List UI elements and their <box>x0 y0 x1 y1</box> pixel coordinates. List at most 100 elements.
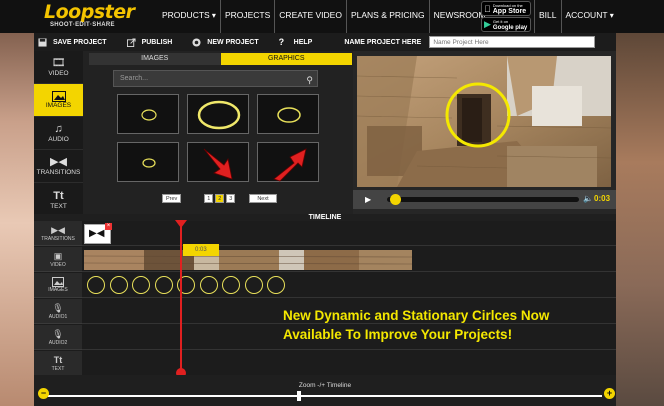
transition-icon: ▶◀ <box>89 228 105 239</box>
text-icon: Tt <box>53 189 64 202</box>
preview-image <box>357 56 611 187</box>
image-icon <box>52 277 64 287</box>
new-project-label: NEW PROJECT <box>207 38 259 46</box>
video-clip[interactable] <box>84 250 412 270</box>
announcement-line-1: New Dynamic and Stationary Cirlces Now <box>283 308 550 323</box>
graphics-panel: IMAGES GRAPHICS Search... ⚲ Prev 1 2 3 N… <box>83 51 353 214</box>
page-2-button[interactable]: 2 <box>215 194 225 203</box>
circle-graphic-clip[interactable] <box>154 276 173 294</box>
track-label-audio1: 🎙 AUDIO1 <box>34 299 82 324</box>
nav-account[interactable]: ACCOUNT <box>560 0 618 33</box>
help-label: HELP <box>293 38 313 46</box>
zoom-out-button[interactable]: − <box>38 388 49 399</box>
circle-graphic-clip[interactable] <box>109 276 128 294</box>
track-label-transitions: ▶◀ TRANSITIONS <box>34 221 82 246</box>
play-icon[interactable]: ▶ <box>365 195 371 204</box>
nav-create-video[interactable]: CREATE VIDEO <box>275 0 347 33</box>
sidebar-item-text[interactable]: Tt TEXT <box>34 183 83 216</box>
graphic-thumb-tiny-ellipse[interactable] <box>117 142 179 182</box>
track-label-video: ▣ VIDEO <box>34 247 82 272</box>
logo[interactable]: Loopster SHOOT·EDIT·SHARE <box>44 2 152 30</box>
circle-graphic-clip[interactable] <box>132 276 150 294</box>
help-button[interactable]: ? HELP <box>278 36 313 47</box>
graphic-thumb-large-ellipse[interactable] <box>187 94 249 134</box>
sidebar-item-label: TRANSITIONS <box>36 169 81 176</box>
new-project-button[interactable]: NEW PROJECT <box>192 37 259 47</box>
music-icon: ♫ <box>54 123 63 135</box>
publish-button[interactable]: PUBLISH <box>126 37 172 47</box>
circle-graphic-clip[interactable] <box>87 276 105 294</box>
track-label: TRANSITIONS <box>41 235 75 242</box>
announcement-line-2: Available To Improve Your Projects! <box>283 327 513 342</box>
zoom-bar: Zoom -/+ Timeline − + <box>34 375 616 406</box>
search-placeholder: Search... <box>120 75 149 82</box>
preview-frame[interactable] <box>357 56 611 187</box>
remove-clip-icon[interactable]: × <box>105 223 112 230</box>
volume-icon[interactable]: 🔈 <box>583 194 593 203</box>
seek-bar[interactable] <box>387 197 579 202</box>
graphic-thumb-red-arrow-up[interactable] <box>257 142 319 182</box>
google-play-label: Google play <box>492 24 528 31</box>
sidebar-item-images[interactable]: IMAGES <box>34 84 83 117</box>
circle-graphic-clip[interactable] <box>199 276 218 294</box>
top-nav: Loopster SHOOT·EDIT·SHARE PRODUCTS PROJE… <box>0 0 664 33</box>
track-label: VIDEO <box>50 261 66 268</box>
seek-handle[interactable] <box>389 194 401 205</box>
sidebar-item-label: TEXT <box>50 202 67 210</box>
track-label-text: Tt TEXT <box>34 351 82 376</box>
track-label: IMAGES <box>48 287 68 293</box>
graphics-search-input[interactable]: Search... ⚲ <box>113 70 318 87</box>
pagination: Prev 1 2 3 Next <box>162 194 280 203</box>
zoom-in-button[interactable]: + <box>604 388 615 399</box>
graphic-thumb-small-ellipse[interactable] <box>117 94 179 134</box>
media-sidebar: 🎞 VIDEO IMAGES ♫ AUDIO ▶◀ TRANSITIONS Tt… <box>34 51 83 214</box>
nav-plans-pricing[interactable]: PLANS & PRICING <box>347 0 430 33</box>
circle-graphic-clip[interactable] <box>267 276 285 294</box>
circle-graphic-clip[interactable] <box>244 276 263 294</box>
graphic-thumb-red-arrow-down[interactable] <box>187 142 249 182</box>
project-name-input[interactable] <box>429 36 596 48</box>
playhead-line[interactable] <box>180 221 182 373</box>
save-project-button[interactable]: SAVE PROJECT <box>38 37 107 47</box>
sidebar-item-transitions[interactable]: ▶◀ TRANSITIONS <box>34 150 83 183</box>
playhead-top-marker[interactable] <box>175 220 187 228</box>
sidebar-item-audio[interactable]: ♫ AUDIO <box>34 117 83 150</box>
nav-products[interactable]: PRODUCTS <box>158 0 221 33</box>
track-video[interactable] <box>82 247 616 272</box>
page-3-button[interactable]: 3 <box>226 194 236 203</box>
next-page-button[interactable]: Next <box>249 194 277 203</box>
page-1-button[interactable]: 1 <box>204 194 214 203</box>
film-icon: 🎞 <box>51 57 66 69</box>
tab-images[interactable]: IMAGES <box>89 53 221 65</box>
text-icon: Tt <box>53 354 63 365</box>
nav-projects[interactable]: PROJECTS <box>221 0 276 33</box>
zoom-label: Zoom -/+ Timeline <box>298 382 352 389</box>
circle-graphic-clip[interactable] <box>222 276 240 294</box>
track-transitions[interactable]: ▶◀ × <box>82 221 616 246</box>
tab-graphics[interactable]: GRAPHICS <box>220 53 352 65</box>
microphone-icon: 🎙 <box>52 328 64 339</box>
store-badges:  Download on theApp Store ▶ Get it onGo… <box>481 1 531 33</box>
graphic-thumb-medium-ellipse[interactable] <box>257 94 319 134</box>
save-icon <box>38 37 47 47</box>
transition-clip[interactable]: ▶◀ × <box>84 223 112 244</box>
transition-icon: ▶◀ <box>50 156 67 168</box>
track-label-audio2: 🎙 AUDIO2 <box>34 325 82 350</box>
zoom-slider[interactable] <box>48 395 602 397</box>
timeline-title: TIMELINE <box>34 214 616 221</box>
search-icon: ⚲ <box>306 75 313 85</box>
prev-page-button[interactable]: Prev <box>162 194 182 203</box>
nav-user-bill[interactable]: BILL <box>534 0 561 33</box>
google-play-badge[interactable]: ▶ Get it on Google play <box>481 17 531 32</box>
video-preview: ▶ 🔈 0:03 <box>353 51 616 214</box>
video-camera-icon: ▣ <box>53 250 63 261</box>
help-icon: ? <box>278 36 285 47</box>
track-label-images: IMAGES <box>34 273 82 298</box>
announcement: New Dynamic and Stationary Cirlces Now A… <box>283 306 593 344</box>
zoom-slider-handle[interactable] <box>297 391 302 401</box>
track-text[interactable] <box>82 351 616 376</box>
track-images[interactable] <box>82 273 616 298</box>
sidebar-item-video[interactable]: 🎞 VIDEO <box>34 51 83 84</box>
transition-icon: ▶◀ <box>51 224 65 235</box>
app-store-badge[interactable]:  Download on theApp Store <box>481 1 531 16</box>
